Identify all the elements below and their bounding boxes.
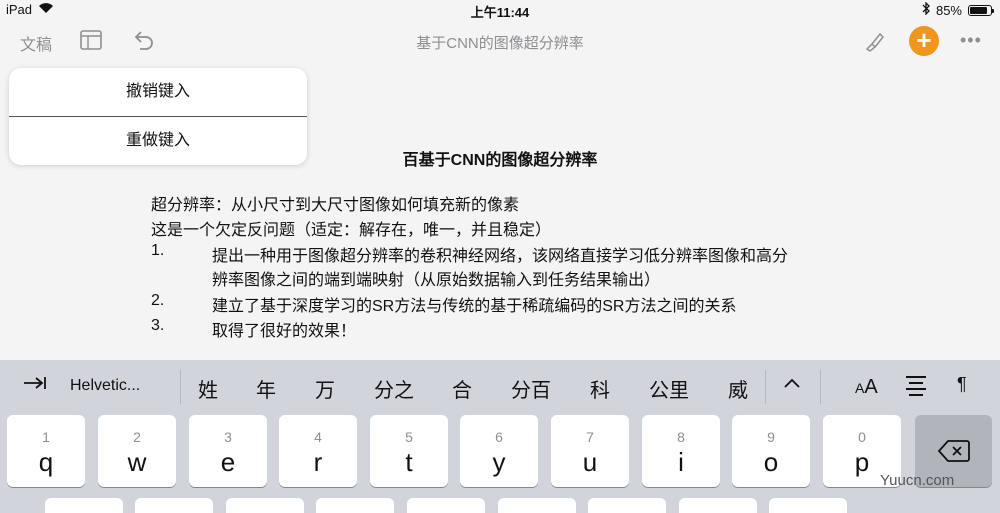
divider — [765, 370, 766, 404]
candidate-word[interactable]: 年 — [256, 374, 276, 403]
list-number: 2. — [151, 292, 165, 309]
document-title: 基于CNN的图像超分辨率 — [416, 35, 584, 52]
key-t[interactable]: 5t — [370, 415, 448, 487]
keyboard-key[interactable] — [679, 498, 757, 513]
list-item: 建立了基于深度学习的SR方法与传统的基于稀疏编码的SR方法之间的关系 — [212, 298, 737, 315]
paragraph-icon[interactable]: ¶ — [957, 374, 967, 395]
list-number: 1. — [151, 242, 165, 259]
key-u[interactable]: 7u — [551, 415, 629, 487]
keyboard: Helvetic... 姓 年 万 分之 合 分百 科 公里 威 AA ¶ 1q… — [0, 360, 1000, 513]
keyboard-key[interactable] — [407, 498, 485, 513]
keyboard-key[interactable] — [45, 498, 123, 513]
tab-icon[interactable] — [23, 374, 47, 397]
keyboard-key[interactable] — [498, 498, 576, 513]
candidate-word[interactable]: 万 — [315, 374, 335, 403]
sidebar-icon[interactable] — [80, 30, 102, 55]
battery-icon — [968, 4, 994, 16]
list-item-continuation: 辨率图像之间的端到端映射（从原始数据输入到任务结果输出） — [212, 272, 661, 289]
key-r[interactable]: 4r — [279, 415, 357, 487]
text-size-icon[interactable]: AA — [855, 376, 878, 399]
keyboard-key[interactable] — [135, 498, 213, 513]
bluetooth-icon — [922, 1, 930, 18]
align-icon[interactable] — [906, 376, 926, 400]
key-i[interactable]: 8i — [642, 415, 720, 487]
more-icon[interactable]: ••• — [960, 30, 982, 51]
plus-icon[interactable]: + — [909, 26, 939, 56]
key-e[interactable]: 3e — [189, 415, 267, 487]
candidate-word[interactable]: 分之 — [374, 374, 414, 403]
candidate-word[interactable]: 公里 — [649, 374, 689, 403]
keyboard-key[interactable] — [316, 498, 394, 513]
watermark: Yuucn.com — [880, 472, 955, 489]
undo-typing-button[interactable]: 撤销键入 — [9, 68, 307, 116]
keyboard-key[interactable] — [226, 498, 304, 513]
key-y[interactable]: 6y — [460, 415, 538, 487]
candidate-word[interactable]: 威 — [728, 374, 748, 403]
key-o[interactable]: 9o — [732, 415, 810, 487]
chevron-up-icon[interactable] — [783, 372, 801, 395]
divider — [820, 370, 821, 404]
keyboard-key[interactable] — [588, 498, 666, 513]
divider — [180, 370, 181, 404]
brush-icon[interactable] — [864, 30, 886, 57]
delete-icon — [915, 439, 992, 470]
status-bar: iPad 上午11:44 85% — [0, 0, 1000, 20]
paragraph-line: 这是一个欠定反问题（适定：解存在，唯一，并且稳定） — [151, 222, 552, 239]
list-item: 提出一种用于图像超分辨率的卷积神经网络，该网络直接学习低分辨率图像和高分 — [212, 248, 789, 265]
candidate-word[interactable]: 科 — [590, 374, 610, 403]
list-item: 取得了很好的效果！ — [212, 323, 357, 340]
battery-percent: 85% — [935, 2, 962, 18]
toolbar: 文稿 基于CNN的图像超分辨率 + ••• — [0, 20, 1000, 62]
undo-icon[interactable] — [132, 30, 154, 55]
candidate-word[interactable]: 合 — [452, 374, 472, 403]
keyboard-key[interactable] — [769, 498, 847, 513]
candidate-word[interactable]: 分百 — [511, 374, 551, 403]
key-q[interactable]: 1q — [7, 415, 85, 487]
undo-popover: 撤销键入 重做键入 — [9, 68, 307, 165]
list-number: 3. — [151, 317, 165, 334]
key-w[interactable]: 2w — [98, 415, 176, 487]
keyboard-shortcut-bar: Helvetic... 姓 年 万 分之 合 分百 科 公里 威 AA ¶ — [0, 360, 1000, 412]
redo-typing-button[interactable]: 重做键入 — [9, 117, 307, 165]
paragraph-line: 超分辨率：从小尺寸到大尺寸图像如何填充新的像素 — [151, 197, 520, 214]
documents-button[interactable]: 文稿 — [20, 31, 52, 55]
status-time: 上午11:44 — [470, 5, 530, 20]
font-selector[interactable]: Helvetic... — [70, 377, 140, 395]
candidate-word[interactable]: 姓 — [198, 374, 218, 403]
